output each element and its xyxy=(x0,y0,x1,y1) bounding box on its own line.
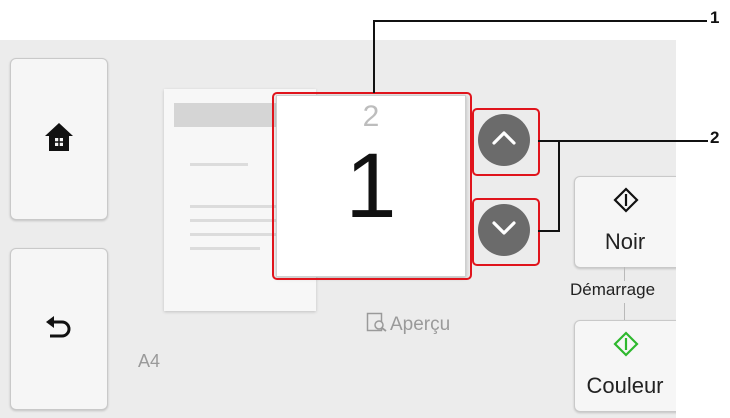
preview-button[interactable]: Aperçu xyxy=(366,312,450,338)
highlight-down-button xyxy=(472,198,540,266)
callout-2-vertical xyxy=(558,140,560,232)
start-color-button[interactable]: Couleur xyxy=(574,320,676,412)
callout-2-top-tick xyxy=(538,140,560,142)
paper-size-label: A4 xyxy=(138,351,161,371)
callout-2-horizontal xyxy=(558,140,708,142)
highlight-up-button xyxy=(472,108,540,176)
callout-1: 1 xyxy=(710,8,720,27)
callout-2: 2 xyxy=(710,128,720,147)
start-black-label: Noir xyxy=(604,229,646,254)
preview-label: Aperçu xyxy=(390,314,451,335)
back-button[interactable] xyxy=(10,248,108,410)
start-diamond-icon xyxy=(613,331,639,362)
back-arrow-icon xyxy=(44,314,74,345)
highlight-copies xyxy=(272,92,472,280)
start-color-label: Couleur xyxy=(586,373,664,398)
start-divider-bottom xyxy=(624,303,625,320)
preview-icon xyxy=(366,312,388,338)
home-button[interactable] xyxy=(10,58,108,220)
callout-2-bottom-tick xyxy=(538,230,560,232)
start-label: Démarrage xyxy=(570,280,656,299)
start-divider-top xyxy=(624,267,625,281)
start-black-button[interactable]: Noir xyxy=(574,176,676,268)
callout-1-vertical xyxy=(373,21,375,93)
callout-1-horizontal xyxy=(373,20,707,22)
home-icon xyxy=(42,120,76,159)
start-diamond-icon xyxy=(613,187,639,218)
